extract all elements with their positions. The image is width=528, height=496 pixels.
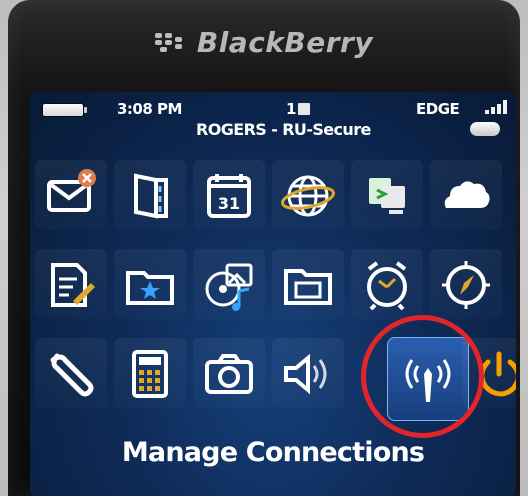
app-cloud[interactable] <box>430 160 502 230</box>
blackberry-device: BlackBerry 3:08 PM 1 ROGERS - RU-Secure … <box>8 0 520 496</box>
signal-strength-icon <box>485 100 509 114</box>
calendar-date: 31 <box>218 194 240 213</box>
selected-app-label: Manage Connections <box>121 437 425 468</box>
brand-name: BlackBerry <box>196 26 374 59</box>
app-media[interactable] <box>193 249 265 319</box>
photo-background: BlackBerry 3:08 PM 1 ROGERS - RU-Secure … <box>0 0 528 496</box>
home-screen: 3:08 PM 1 ROGERS - RU-Secure EDGE 31 Man… <box>30 92 516 496</box>
clock-icon <box>367 261 407 311</box>
wifi-icon <box>470 122 500 136</box>
camera-icon <box>205 354 253 394</box>
app-desktop-manager[interactable] <box>351 160 423 230</box>
media-icon <box>205 263 253 311</box>
message-icon <box>298 103 311 115</box>
calculator-icon <box>132 350 168 398</box>
favorites-folder-icon <box>126 271 174 305</box>
folder-icon <box>284 269 332 305</box>
message-count: 1 <box>286 100 297 118</box>
network-type: EDGE <box>416 100 460 118</box>
cloud-icon <box>444 181 490 208</box>
app-browser[interactable] <box>272 160 344 230</box>
app-messages[interactable] <box>35 160 107 230</box>
app-contacts[interactable] <box>114 160 186 230</box>
memopad-icon <box>51 263 95 307</box>
clock-time: 3:08 PM <box>117 100 182 118</box>
app-clock[interactable] <box>351 249 423 319</box>
carrier-name: ROGERS - RU-Secure <box>196 120 371 139</box>
blackberry-logo-icon <box>154 33 189 52</box>
app-sound-profiles[interactable] <box>272 338 344 408</box>
app-memopad[interactable] <box>35 249 107 319</box>
compass-icon <box>442 261 490 309</box>
app-compass[interactable] <box>430 249 502 319</box>
app-favorites[interactable] <box>114 249 186 319</box>
app-camera[interactable] <box>193 338 265 408</box>
options-icon <box>50 353 94 397</box>
contacts-icon <box>134 173 168 219</box>
messages-icon <box>47 169 96 212</box>
desktop-manager-icon <box>369 178 405 214</box>
app-calendar[interactable]: 31 <box>193 160 265 230</box>
calendar-icon: 31 <box>207 174 251 218</box>
browser-icon <box>280 175 336 217</box>
battery-icon <box>43 104 87 116</box>
sound-profiles-icon <box>284 353 327 395</box>
brand-logo: BlackBerry <box>8 26 520 59</box>
app-files[interactable] <box>272 249 344 319</box>
status-bar: 3:08 PM 1 ROGERS - RU-Secure EDGE <box>30 92 516 144</box>
app-options[interactable] <box>35 338 107 408</box>
message-indicator: 1 <box>286 100 311 118</box>
highlight-circle <box>361 315 484 438</box>
app-calculator[interactable] <box>114 338 186 408</box>
